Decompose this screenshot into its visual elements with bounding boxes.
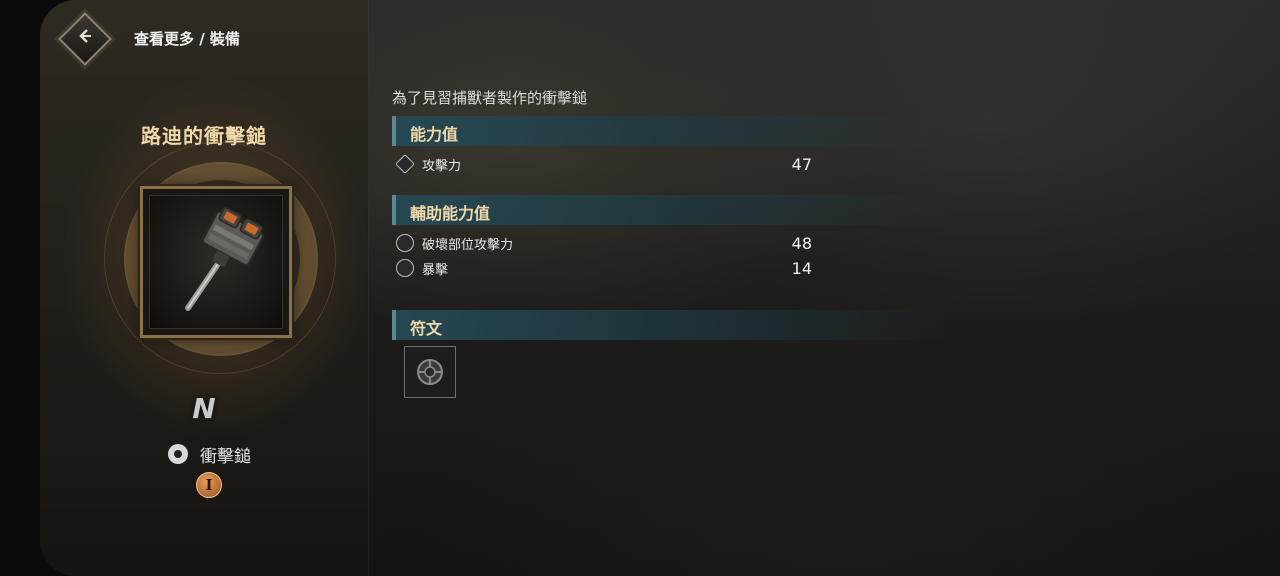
stat-label: 暴擊 xyxy=(422,262,449,278)
stat-value: 14 xyxy=(791,258,812,278)
attack-icon xyxy=(395,154,415,174)
weapon-type-label: 衝擊鎚 xyxy=(200,446,251,467)
stat-label: 破壞部位攻擊力 xyxy=(422,237,514,253)
runes-section-header: 符文 xyxy=(392,310,952,340)
weapon-type-icon xyxy=(168,444,188,464)
rarity-label: N xyxy=(192,392,216,425)
screen: 路迪的衝擊鎚 N 衝擊鎚 I 查看更多 / 裝備 為了見習捕獸者製作的衝擊鎚 能… xyxy=(40,0,1280,576)
stats-section-header: 能力值 xyxy=(392,116,952,146)
stat-row-break-part: 破壞部位攻擊力 48 xyxy=(396,232,812,254)
stat-value: 48 xyxy=(791,233,812,253)
section-accent-bar xyxy=(392,195,396,225)
critical-icon xyxy=(396,259,414,277)
item-image-frame xyxy=(140,186,292,338)
weapon-type-row: 衝擊鎚 xyxy=(168,442,251,467)
stat-row-attack: 攻擊力 47 xyxy=(395,153,812,175)
section-accent-bar xyxy=(392,310,396,340)
breadcrumb: 查看更多 / 裝備 xyxy=(134,30,240,48)
impact-hammer-icon xyxy=(185,207,264,311)
item-description: 為了見習捕獸者製作的衝擊鎚 xyxy=(392,89,588,107)
sub-stats-section-title: 輔助能力值 xyxy=(410,204,491,223)
stat-row-critical: 暴擊 14 xyxy=(396,257,812,279)
stats-section-title: 能力值 xyxy=(410,125,459,144)
item-image xyxy=(149,195,283,329)
back-button[interactable] xyxy=(58,12,112,66)
item-preview-panel: 路迪的衝擊鎚 N 衝擊鎚 I xyxy=(40,0,369,576)
rune-slot[interactable] xyxy=(404,346,456,398)
break-part-icon xyxy=(396,234,414,252)
back-arrow-icon xyxy=(79,29,91,43)
runes-section-title: 符文 xyxy=(410,319,443,338)
tier-badge: I xyxy=(196,472,222,498)
stat-value: 47 xyxy=(791,154,812,174)
sub-stats-section-header: 輔助能力值 xyxy=(392,195,952,225)
rune-slot-icon xyxy=(417,359,443,385)
stat-label: 攻擊力 xyxy=(422,158,462,174)
section-accent-bar xyxy=(392,116,396,146)
